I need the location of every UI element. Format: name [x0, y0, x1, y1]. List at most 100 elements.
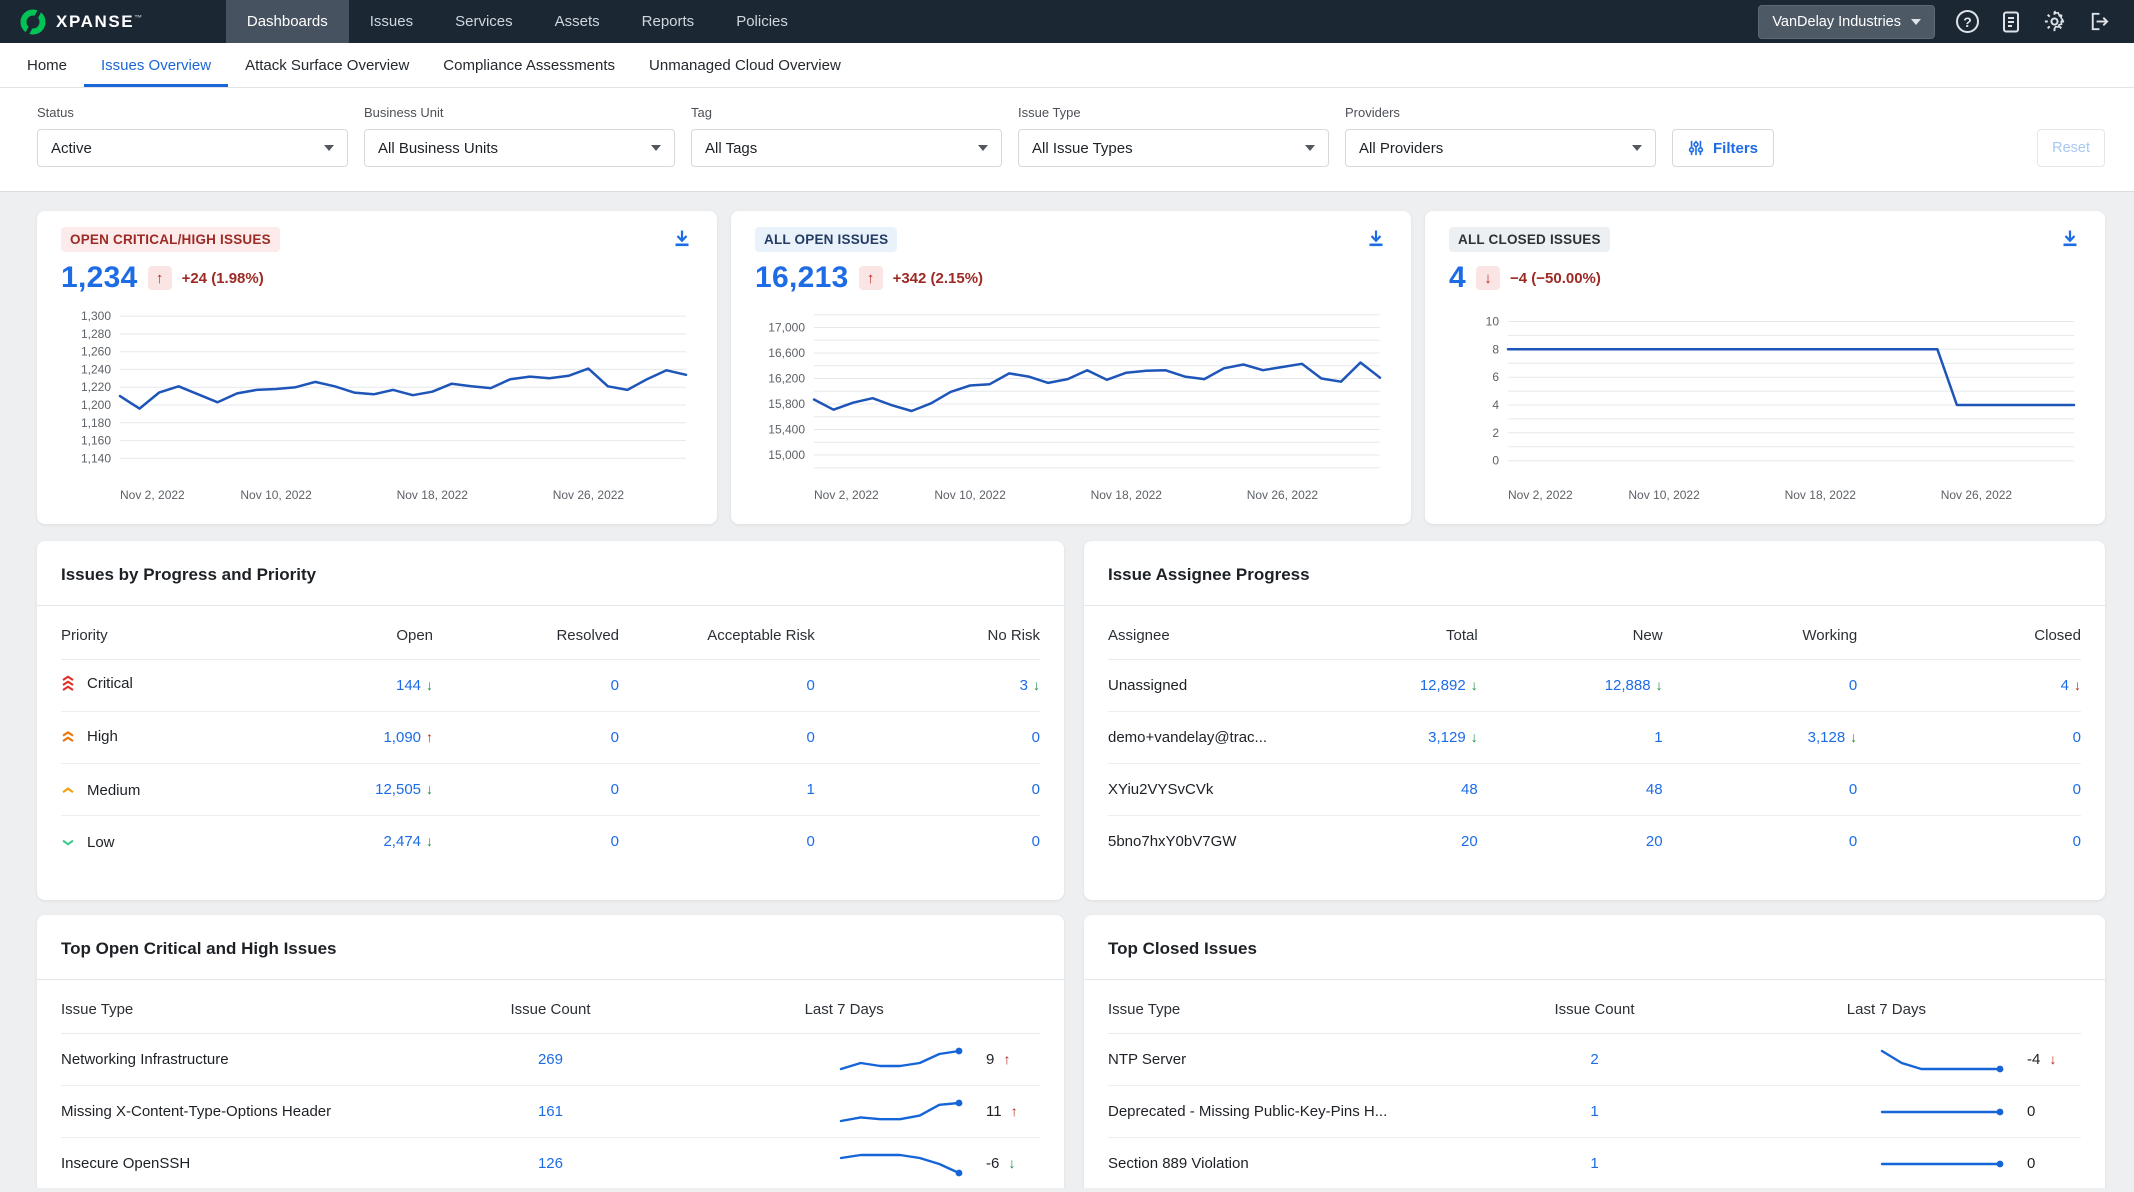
trend-down-icon: ↓ — [1850, 729, 1857, 745]
trend-down-icon: ↓ — [426, 781, 433, 797]
table-cell: 0 — [815, 816, 1040, 868]
providers-select[interactable]: All Providers — [1345, 129, 1656, 167]
download-button[interactable] — [671, 227, 693, 252]
top-open-issues-card: Top Open Critical and High Issues Issue … — [37, 915, 1064, 1188]
open-critical-high-trend-chart: 1,3001,2801,2601,2401,2201,2001,1801,160… — [61, 301, 693, 507]
cell-value-link[interactable]: 3 — [1020, 677, 1028, 694]
all-open-trend-chart: 17,00016,60016,20015,80015,40015,000Nov … — [755, 301, 1387, 507]
svg-text:15,400: 15,400 — [768, 423, 805, 437]
cell-value-link[interactable]: 0 — [611, 729, 619, 746]
table-cell: 0 — [1663, 816, 1858, 868]
issue-type-select[interactable]: All Issue Types — [1018, 129, 1329, 167]
cell-value-link[interactable]: 48 — [1461, 781, 1478, 798]
last-7-days-cell: -6 ↓ — [648, 1138, 1040, 1189]
cell-value-link[interactable]: 1 — [1590, 1103, 1598, 1120]
tab-compliance-assessments[interactable]: Compliance Assessments — [426, 43, 632, 87]
cell-value-link[interactable]: 2 — [1590, 1051, 1598, 1068]
card-title: Top Closed Issues — [1084, 915, 2105, 980]
last-7-days-cell: 0 — [1692, 1138, 2081, 1189]
cell-value-link[interactable]: 1 — [806, 781, 814, 798]
nav-item-issues[interactable]: Issues — [349, 0, 434, 43]
cell-value-link[interactable]: 1 — [1590, 1155, 1598, 1172]
settings-button[interactable] — [2043, 10, 2066, 33]
cell-value-link[interactable]: 2,474 — [383, 833, 421, 850]
cell-value-link[interactable]: 3,128 — [1808, 729, 1846, 746]
filters-button[interactable]: Filters — [1672, 129, 1774, 167]
nav-item-services[interactable]: Services — [434, 0, 534, 43]
cell-value-link[interactable]: 0 — [806, 833, 814, 850]
col-header-open: Open — [257, 606, 433, 660]
logout-button[interactable] — [2087, 10, 2110, 33]
nav-item-reports[interactable]: Reports — [621, 0, 716, 43]
sign-out-icon — [2087, 10, 2110, 33]
table-cell: 4↓ — [1857, 660, 2081, 712]
cell-value-link[interactable]: 126 — [538, 1155, 563, 1172]
cell-value-link[interactable]: 0 — [1032, 781, 1040, 798]
row-label-cell: Low — [61, 816, 257, 868]
issue-type-cell: Missing X-Content-Type-Options Header — [61, 1086, 453, 1138]
cell-value-link[interactable]: 0 — [1032, 833, 1040, 850]
table-header-row: Priority Open Resolved Acceptable Risk N… — [61, 606, 1040, 660]
cell-value-link[interactable]: 0 — [2073, 781, 2081, 798]
tab-issues-overview[interactable]: Issues Overview — [84, 43, 228, 87]
cell-value-link[interactable]: 48 — [1646, 781, 1663, 798]
status-select[interactable]: Active — [37, 129, 348, 167]
nav-item-assets[interactable]: Assets — [534, 0, 621, 43]
kpi-card-open-critical-high: OPEN CRITICAL/HIGH ISSUES 1,234 ↑ +24 (1… — [37, 211, 717, 524]
kpi-chip: ALL CLOSED ISSUES — [1449, 227, 1610, 252]
cell-value-link[interactable]: 0 — [2073, 729, 2081, 746]
col-header-acceptable-risk: Acceptable Risk — [619, 606, 815, 660]
cell-value-link[interactable]: 269 — [538, 1051, 563, 1068]
row-label-cell: 5bno7hxY0bV7GW — [1108, 816, 1303, 868]
reset-button[interactable]: Reset — [2037, 129, 2105, 167]
all-closed-trend-chart: 1086420Nov 2, 2022Nov 10, 2022Nov 18, 20… — [1449, 301, 2081, 507]
tab-home[interactable]: Home — [10, 43, 84, 87]
cell-value-link[interactable]: 144 — [396, 677, 421, 694]
cell-value-link[interactable]: 0 — [2073, 833, 2081, 850]
cell-value-link[interactable]: 3,129 — [1428, 729, 1466, 746]
delta-value: 9 ↑ — [986, 1051, 1038, 1068]
priority-critical-icon — [61, 675, 75, 692]
col-header-issue-count: Issue Count — [453, 980, 649, 1034]
cell-value-link[interactable]: 161 — [538, 1103, 563, 1120]
cell-value-link[interactable]: 0 — [1032, 729, 1040, 746]
trend-up-icon: ↑ — [1004, 1051, 1011, 1067]
cell-value-link[interactable]: 0 — [611, 677, 619, 694]
filters-button-label: Filters — [1713, 140, 1758, 157]
cell-value-link[interactable]: 0 — [1849, 833, 1857, 850]
row-label: Low — [87, 834, 115, 851]
download-button[interactable] — [2059, 227, 2081, 252]
cell-value-link[interactable]: 1,090 — [383, 729, 421, 746]
cell-value-link[interactable]: 12,892 — [1420, 677, 1466, 694]
cell-value-link[interactable]: 12,888 — [1605, 677, 1651, 694]
business-unit-select[interactable]: All Business Units — [364, 129, 675, 167]
cell-value-link[interactable]: 0 — [1849, 781, 1857, 798]
cell-value-link[interactable]: 0 — [806, 677, 814, 694]
download-button[interactable] — [1365, 227, 1387, 252]
org-selector-button[interactable]: VanDelay Industries — [1758, 5, 1935, 39]
svg-text:16,200: 16,200 — [768, 372, 805, 386]
cell-value-link[interactable]: 20 — [1461, 833, 1478, 850]
trend-up-icon: ↑ — [426, 729, 433, 745]
top-closed-issues-table: Issue Type Issue Count Last 7 Days NTP S… — [1108, 980, 2081, 1188]
cell-value-link[interactable]: 4 — [2061, 677, 2069, 694]
table-row: Critical144↓003↓ — [61, 660, 1040, 712]
cell-value-link[interactable]: 1 — [1654, 729, 1662, 746]
nav-item-dashboards[interactable]: Dashboards — [226, 0, 349, 43]
cell-value-link[interactable]: 0 — [1849, 677, 1857, 694]
cell-value-link[interactable]: 12,505 — [375, 781, 421, 798]
nav-item-policies[interactable]: Policies — [715, 0, 809, 43]
last-7-days-cell: 11 ↑ — [648, 1086, 1040, 1138]
docs-button[interactable] — [2000, 10, 2022, 34]
tag-select[interactable]: All Tags — [691, 129, 1002, 167]
help-button[interactable]: ? — [1956, 10, 1979, 33]
cell-value-link[interactable]: 0 — [611, 781, 619, 798]
tab-unmanaged-cloud-overview[interactable]: Unmanaged Cloud Overview — [632, 43, 858, 87]
cell-value-link[interactable]: 0 — [611, 833, 619, 850]
card-title: Issues by Progress and Priority — [37, 541, 1064, 606]
tab-attack-surface-overview[interactable]: Attack Surface Overview — [228, 43, 426, 87]
priority-high-icon — [61, 731, 75, 743]
cell-value-link[interactable]: 20 — [1646, 833, 1663, 850]
col-header-issue-type: Issue Type — [1108, 980, 1497, 1034]
cell-value-link[interactable]: 0 — [806, 729, 814, 746]
